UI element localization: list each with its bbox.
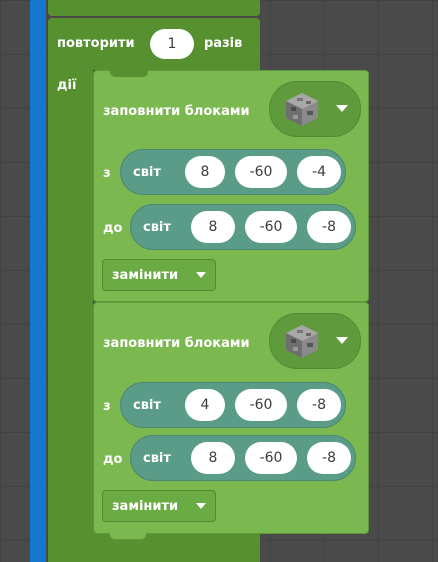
block-type-dropdown[interactable] [269, 81, 361, 137]
to-x-input[interactable]: 8 [191, 211, 235, 243]
fill-block-2[interactable]: заповнити блоками з світ 4 -60 -8 до сві… [93, 302, 369, 534]
block-notch [109, 533, 147, 540]
to-label: до [103, 452, 123, 467]
from-label: з [103, 399, 111, 414]
repeat-label: повторити [57, 36, 135, 51]
world-label: світ [133, 165, 161, 180]
from-x-input[interactable]: 8 [185, 156, 225, 188]
chevron-down-icon [196, 272, 206, 278]
category-rail [30, 0, 46, 562]
fill-mode-label: замінити [112, 268, 179, 283]
from-y-input[interactable]: -60 [235, 156, 287, 188]
to-position[interactable]: світ 8 -60 -8 [130, 204, 356, 250]
to-x-input[interactable]: 8 [191, 442, 235, 474]
to-z-input[interactable]: -8 [307, 211, 351, 243]
to-label: до [103, 221, 123, 236]
block-notch [110, 70, 148, 77]
fill-mode-dropdown[interactable]: замінити [102, 490, 216, 522]
repeat-loop-bottom [48, 532, 260, 562]
block-type-dropdown[interactable] [269, 313, 361, 369]
world-label: світ [143, 451, 171, 466]
repeat-suffix-label: разів [204, 36, 243, 51]
previous-block-stub[interactable] [48, 0, 260, 16]
world-label: світ [143, 220, 171, 235]
fill-title: заповнити блоками [103, 336, 250, 351]
to-z-input[interactable]: -8 [307, 442, 351, 474]
chevron-down-icon [196, 503, 206, 509]
from-x-input[interactable]: 4 [185, 389, 225, 421]
from-y-input[interactable]: -60 [235, 389, 287, 421]
from-position[interactable]: світ 4 -60 -8 [120, 382, 346, 428]
cobblestone-icon [286, 325, 318, 358]
from-label: з [103, 166, 111, 181]
chevron-down-icon [336, 337, 348, 344]
cobblestone-icon [286, 93, 318, 126]
from-z-input[interactable]: -8 [297, 389, 341, 421]
from-z-input[interactable]: -4 [297, 156, 341, 188]
from-position[interactable]: світ 8 -60 -4 [120, 149, 346, 195]
fill-title: заповнити блоками [103, 104, 250, 119]
repeat-loop-arm [48, 68, 93, 562]
do-label: дії [57, 78, 77, 93]
to-y-input[interactable]: -60 [245, 211, 297, 243]
fill-mode-dropdown[interactable]: замінити [102, 259, 216, 291]
chevron-down-icon [336, 105, 348, 112]
fill-block-1[interactable]: заповнити блоками з світ 8 -60 -4 до сві… [93, 70, 369, 302]
repeat-count-input[interactable]: 1 [150, 29, 194, 59]
fill-mode-label: замінити [112, 499, 179, 514]
to-y-input[interactable]: -60 [245, 442, 297, 474]
world-label: світ [133, 398, 161, 413]
to-position[interactable]: світ 8 -60 -8 [130, 435, 356, 481]
